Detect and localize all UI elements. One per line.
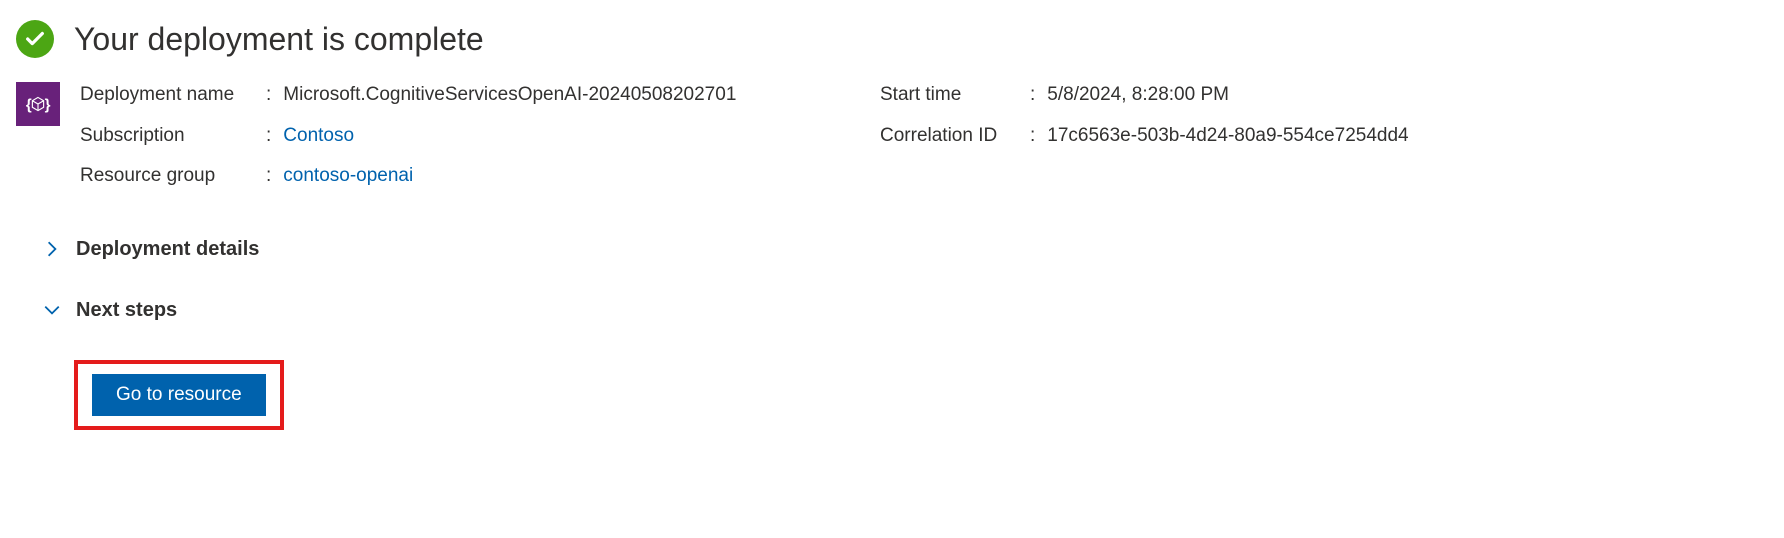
separator: : [1030, 123, 1035, 150]
deployment-name-label: Deployment name [80, 82, 266, 109]
correlation-id-value: 17c6563e-503b-4d24-80a9-554ce7254dd4 [1047, 123, 1408, 150]
header-row: Your deployment is complete [16, 20, 1768, 58]
svg-text:{: { [26, 97, 32, 114]
start-time-label: Start time [880, 82, 1030, 109]
resource-group-link[interactable]: contoso-openai [283, 163, 413, 190]
details-columns: Deployment name : Microsoft.CognitiveSer… [80, 82, 1768, 190]
deployment-details-title: Deployment details [76, 238, 259, 261]
svg-text:}: } [45, 97, 51, 114]
details-row: { } Deployment name : Microsoft.Cognitiv… [16, 82, 1768, 190]
resource-group-label: Resource group [80, 163, 266, 190]
success-check-icon [16, 20, 54, 58]
next-steps-title: Next steps [76, 299, 177, 322]
go-to-resource-button[interactable]: Go to resource [92, 374, 266, 416]
separator: : [1030, 82, 1035, 109]
details-column-right: Start time : 5/8/2024, 8:28:00 PM Correl… [880, 82, 1768, 190]
separator: : [266, 163, 271, 190]
separator: : [266, 123, 271, 150]
subscription-row: Subscription : Contoso [80, 123, 840, 150]
chevron-down-icon [42, 300, 62, 320]
start-time-row: Start time : 5/8/2024, 8:28:00 PM [880, 82, 1768, 109]
deployment-details-toggle[interactable]: Deployment details [42, 238, 1768, 261]
correlation-id-label: Correlation ID [880, 123, 1030, 150]
correlation-id-row: Correlation ID : 17c6563e-503b-4d24-80a9… [880, 123, 1768, 150]
highlight-annotation: Go to resource [74, 360, 284, 430]
separator: : [266, 82, 271, 109]
resource-type-icon: { } [16, 82, 60, 126]
subscription-link[interactable]: Contoso [283, 123, 354, 150]
subscription-label: Subscription [80, 123, 266, 150]
deployment-name-value: Microsoft.CognitiveServicesOpenAI-202405… [283, 82, 736, 109]
next-steps-toggle[interactable]: Next steps [42, 299, 1768, 322]
chevron-right-icon [42, 239, 62, 259]
details-column-left: Deployment name : Microsoft.CognitiveSer… [80, 82, 840, 190]
start-time-value: 5/8/2024, 8:28:00 PM [1047, 82, 1229, 109]
page-title: Your deployment is complete [74, 21, 484, 58]
resource-group-row: Resource group : contoso-openai [80, 163, 840, 190]
deployment-name-row: Deployment name : Microsoft.CognitiveSer… [80, 82, 840, 109]
